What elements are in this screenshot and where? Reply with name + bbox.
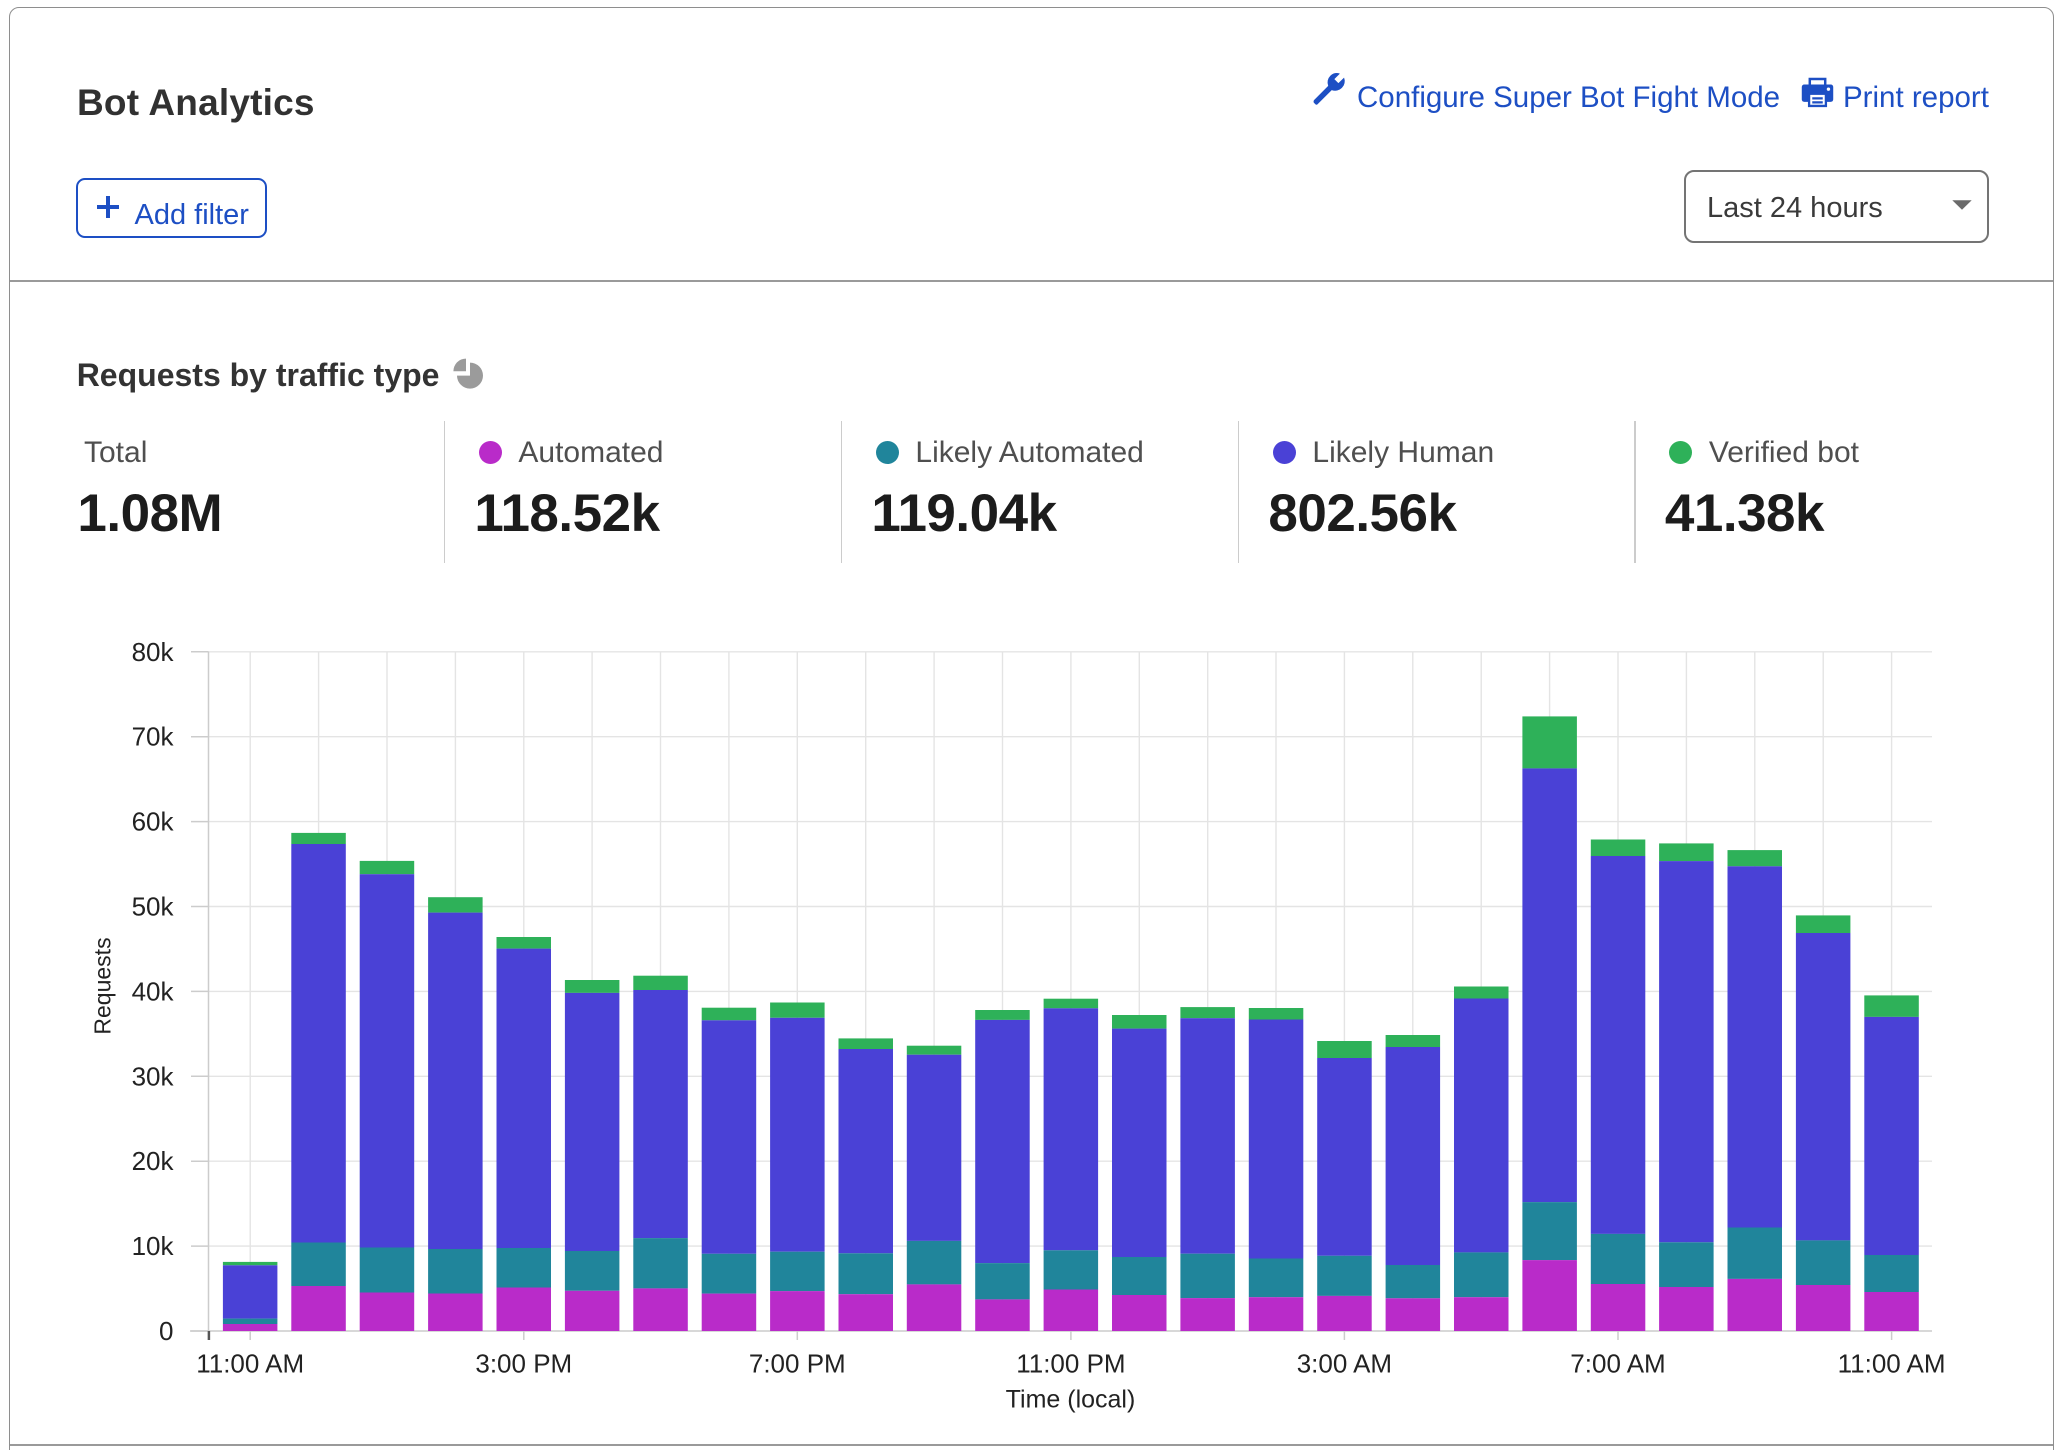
- svg-text:11:00 AM: 11:00 AM: [1838, 1349, 1946, 1379]
- svg-text:11:00 AM: 11:00 AM: [196, 1349, 304, 1379]
- svg-text:70k: 70k: [132, 722, 175, 752]
- svg-text:3:00 PM: 3:00 PM: [475, 1349, 572, 1379]
- svg-text:50k: 50k: [132, 892, 175, 922]
- svg-text:7:00 PM: 7:00 PM: [749, 1349, 846, 1379]
- svg-text:Requests: Requests: [90, 937, 116, 1034]
- svg-text:20k: 20k: [132, 1146, 175, 1176]
- svg-text:80k: 80k: [132, 637, 175, 667]
- svg-text:7:00 AM: 7:00 AM: [1570, 1349, 1665, 1379]
- svg-text:30k: 30k: [132, 1061, 175, 1091]
- svg-text:3:00 AM: 3:00 AM: [1297, 1349, 1392, 1379]
- svg-text:10k: 10k: [132, 1231, 175, 1261]
- svg-text:40k: 40k: [132, 976, 175, 1006]
- svg-text:60k: 60k: [132, 807, 175, 837]
- svg-text:0: 0: [159, 1316, 173, 1346]
- svg-text:Time (local): Time (local): [1006, 1386, 1136, 1414]
- svg-text:11:00 PM: 11:00 PM: [1016, 1349, 1125, 1379]
